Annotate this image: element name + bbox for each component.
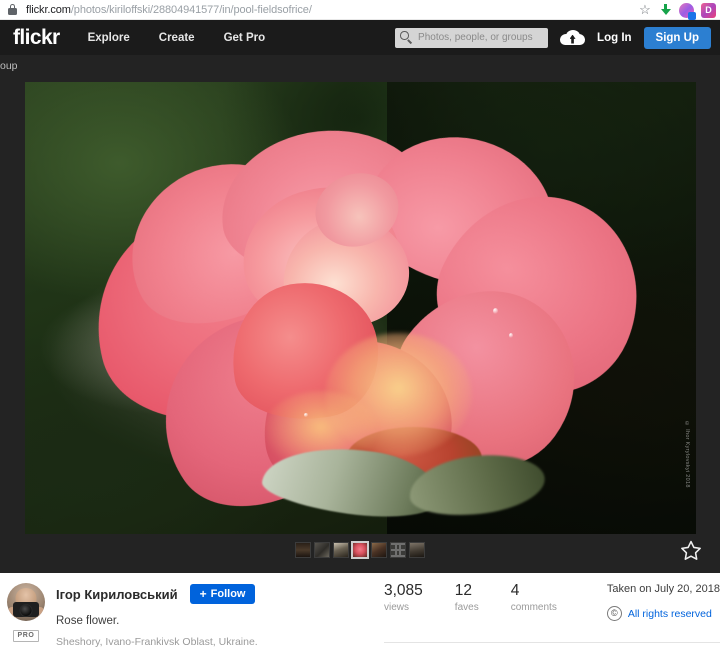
copyright-icon: © bbox=[606, 606, 622, 621]
pro-badge: PRO bbox=[12, 630, 40, 643]
extension-icon[interactable]: D bbox=[701, 2, 716, 18]
breadcrumb-link[interactable]: oup bbox=[0, 60, 18, 72]
views-count: 3,085 bbox=[384, 582, 423, 599]
taken-section: Taken on July 20, 2018 © All rights rese… bbox=[606, 583, 720, 621]
thumbnail-2[interactable] bbox=[314, 542, 330, 558]
star-outline-icon[interactable]: ☆ bbox=[638, 3, 652, 17]
header-actions: Log In Sign Up bbox=[395, 20, 711, 55]
extension-icon[interactable] bbox=[679, 2, 696, 20]
photo-title: Rose flower. bbox=[56, 615, 120, 627]
avatar-column: PRO bbox=[4, 583, 48, 651]
search-icon bbox=[400, 31, 413, 44]
main-photo[interactable]: © Ihor Kyrylovskyi 2018 bbox=[25, 82, 696, 534]
photo-image bbox=[25, 82, 696, 534]
photo-info-bar: PRO Ігор Кириловський + Follow Rose flow… bbox=[0, 573, 720, 651]
owner-row: Ігор Кириловський + Follow bbox=[56, 584, 258, 604]
search-input[interactable] bbox=[418, 32, 544, 43]
photo-location[interactable]: Sheshory, Ivano-Frankivsk Oblast, Ukrain… bbox=[56, 636, 258, 648]
thumbnail-5[interactable] bbox=[371, 542, 387, 558]
stats-row: 3,085 views 12 faves 4 comments Taken on… bbox=[384, 582, 720, 621]
thumbnail-3[interactable] bbox=[333, 542, 349, 558]
login-link[interactable]: Log In bbox=[597, 32, 632, 44]
thumbnail-6[interactable] bbox=[390, 542, 406, 558]
photo-filmstrip bbox=[0, 541, 720, 559]
nav-item-explore[interactable]: Explore bbox=[88, 32, 130, 44]
follow-button-label: Follow bbox=[210, 588, 246, 600]
comments-count: 4 bbox=[510, 582, 520, 599]
omnibox-actions: ☆ D bbox=[638, 0, 716, 20]
photo-watermark: © Ihor Kyrylovskyi 2018 bbox=[684, 421, 690, 488]
signup-button[interactable]: Sign Up bbox=[643, 26, 711, 49]
browser-omnibox[interactable]: flickr.com/photos/kiriloffski/2880494157… bbox=[0, 0, 720, 20]
owner-name[interactable]: Ігор Кириловський bbox=[56, 587, 178, 602]
faves-label: faves bbox=[454, 602, 479, 614]
stats-section: 3,085 views 12 faves 4 comments Taken on… bbox=[370, 582, 720, 651]
stat-faves: 12 faves bbox=[454, 582, 479, 614]
search-box[interactable] bbox=[395, 27, 549, 48]
nav-item-create[interactable]: Create bbox=[159, 32, 195, 44]
photo-stage: © Ihor Kyrylovskyi 2018 bbox=[0, 76, 720, 573]
views-label: views bbox=[384, 602, 410, 614]
rights-link[interactable]: All rights reserved bbox=[628, 608, 712, 620]
url-path: /photos/kiriloffski/28804941577/in/pool-… bbox=[70, 3, 312, 16]
url-host: flickr.com bbox=[26, 3, 71, 16]
download-arrow-icon[interactable] bbox=[659, 3, 672, 17]
follow-button[interactable]: + Follow bbox=[189, 584, 256, 604]
url-text[interactable]: flickr.com/photos/kiriloffski/2880494157… bbox=[26, 4, 312, 16]
site-header: flickr Explore Create Get Pro Log In Sig… bbox=[0, 20, 720, 55]
owner-section: PRO Ігор Кириловський + Follow Rose flow… bbox=[0, 583, 370, 651]
cloud-upload-icon[interactable] bbox=[560, 29, 586, 47]
faves-count: 12 bbox=[454, 582, 473, 599]
section-divider bbox=[384, 642, 720, 643]
thumbnail-7[interactable] bbox=[409, 542, 425, 558]
plus-icon: + bbox=[199, 587, 207, 601]
favorite-star-icon[interactable] bbox=[680, 539, 702, 561]
flickr-logo[interactable]: flickr bbox=[13, 26, 60, 50]
thumbnail-1[interactable] bbox=[295, 542, 311, 558]
breadcrumb: oup bbox=[0, 55, 720, 76]
main-nav: Explore Create Get Pro bbox=[88, 32, 266, 44]
owner-text-block: Ігор Кириловський + Follow Rose flower. … bbox=[56, 583, 258, 651]
comments-label: comments bbox=[510, 602, 557, 614]
thumbnail-4[interactable] bbox=[351, 541, 369, 559]
lock-icon bbox=[8, 4, 17, 15]
taken-date: Taken on July 20, 2018 bbox=[606, 583, 720, 595]
stat-views: 3,085 views bbox=[384, 582, 423, 614]
avatar[interactable] bbox=[7, 583, 45, 621]
rights-row: © All rights reserved bbox=[606, 606, 720, 621]
nav-item-get-pro[interactable]: Get Pro bbox=[224, 32, 266, 44]
stat-comments: 4 comments bbox=[510, 582, 557, 614]
